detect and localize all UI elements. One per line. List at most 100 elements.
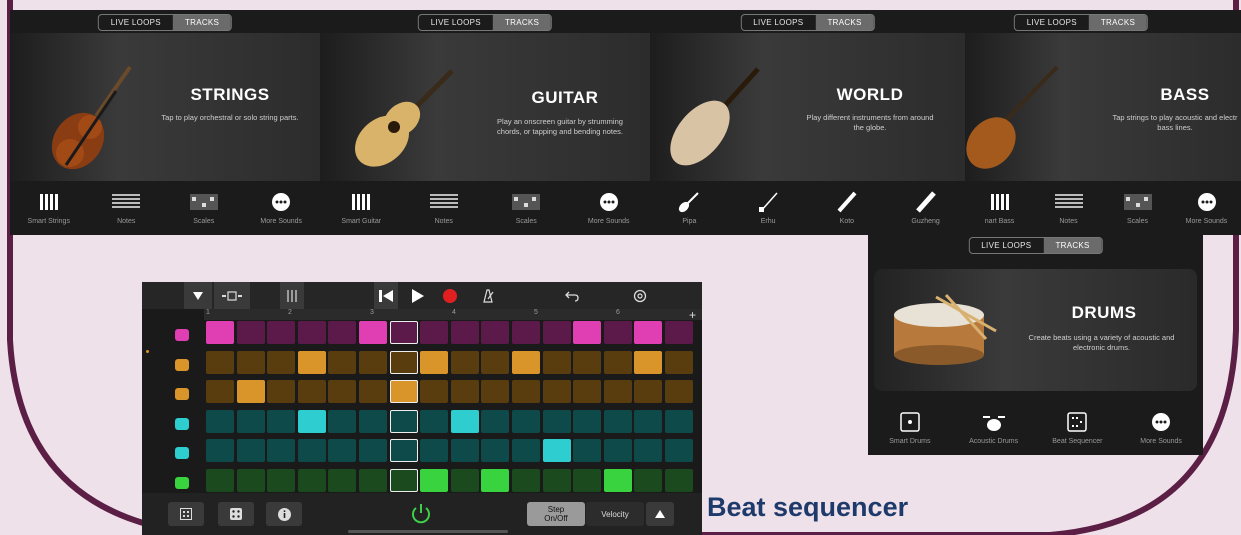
acoustic-drums-option[interactable]: Acoustic Drums: [952, 393, 1036, 455]
step-cell[interactable]: [206, 468, 234, 492]
drums-hero[interactable]: DRUMS Create beats using a variety of ac…: [874, 269, 1197, 391]
live-loops-tab[interactable]: LIVE LOOPS: [99, 15, 173, 30]
step-cell[interactable]: [206, 321, 234, 344]
step-cell[interactable]: [236, 380, 265, 403]
live-loops-tab[interactable]: LIVE LOOPS: [1015, 15, 1089, 30]
step-cell[interactable]: [481, 439, 510, 462]
step-cell[interactable]: [512, 468, 540, 492]
step-cell[interactable]: [389, 439, 418, 462]
step-cell[interactable]: [481, 468, 510, 492]
step-cell[interactable]: [359, 321, 387, 344]
pipa-option[interactable]: Pipa: [650, 177, 729, 235]
hi-hat-icon[interactable]: [170, 412, 194, 436]
step-cell[interactable]: [420, 468, 449, 492]
tracks-tab[interactable]: TRACKS: [815, 15, 874, 30]
step-cell[interactable]: [267, 380, 296, 403]
mode-switch[interactable]: LIVE LOOPS TRACKS: [97, 14, 233, 31]
step-cell[interactable]: [267, 439, 296, 462]
metronome-button[interactable]: [476, 282, 500, 309]
step-cell[interactable]: [542, 380, 571, 403]
hi-hat-open-icon[interactable]: [170, 441, 194, 465]
step-cell[interactable]: [328, 321, 357, 344]
notes-option[interactable]: Notes: [403, 177, 486, 235]
step-cell[interactable]: [267, 350, 296, 374]
settings-button[interactable]: [628, 282, 652, 309]
step-cell[interactable]: [359, 380, 387, 403]
step-cell[interactable]: [512, 321, 540, 344]
scales-option[interactable]: Scales: [485, 177, 568, 235]
more-sounds-option[interactable]: More Sounds: [568, 177, 651, 235]
live-loops-tab[interactable]: LIVE LOOPS: [741, 15, 815, 30]
step-cell[interactable]: [297, 350, 326, 374]
step-cell[interactable]: [359, 409, 387, 433]
step-cell[interactable]: [297, 321, 326, 344]
step-cell[interactable]: [634, 468, 663, 492]
step-cell[interactable]: [389, 409, 418, 433]
step-cell[interactable]: [328, 350, 357, 374]
step-cell[interactable]: [603, 321, 632, 344]
step-cell[interactable]: [603, 468, 632, 492]
randomize-button[interactable]: [218, 502, 254, 526]
step-cell[interactable]: [634, 321, 663, 344]
step-cell[interactable]: [481, 380, 510, 403]
step-onoff-button[interactable]: Step On/Off: [527, 502, 585, 526]
step-cell[interactable]: [450, 409, 479, 433]
strings-hero[interactable]: STRINGS Tap to play orchestral or solo s…: [10, 33, 320, 181]
step-cell[interactable]: [512, 409, 540, 433]
step-cell[interactable]: [573, 380, 602, 403]
step-cell[interactable]: [359, 468, 387, 492]
world-hero[interactable]: WORLD Play different instruments from ar…: [650, 33, 965, 181]
step-cell[interactable]: [359, 439, 387, 462]
step-cell[interactable]: [450, 468, 479, 492]
power-button[interactable]: [406, 502, 436, 526]
step-cell[interactable]: [328, 439, 357, 462]
snare-drum-icon[interactable]: [170, 353, 194, 377]
guitar-hero[interactable]: GUITAR Play an onscreen guitar by strumm…: [320, 33, 650, 181]
guzheng-option[interactable]: Guzheng: [886, 177, 965, 235]
step-cell[interactable]: [450, 350, 479, 374]
mode-switch[interactable]: LIVE LOOPS TRACKS: [740, 14, 875, 31]
smart-strings-option[interactable]: Smart Strings: [10, 177, 88, 235]
step-cell[interactable]: [603, 439, 632, 462]
crash-cymbal-icon[interactable]: [170, 323, 194, 347]
step-cell[interactable]: [420, 321, 449, 344]
notes-option[interactable]: Notes: [88, 177, 166, 235]
record-button[interactable]: [438, 282, 462, 309]
smart-guitar-option[interactable]: Smart Guitar: [320, 177, 403, 235]
step-cell[interactable]: [206, 409, 234, 433]
step-cell[interactable]: [450, 321, 479, 344]
step-cell[interactable]: [359, 350, 387, 374]
step-cell[interactable]: [420, 409, 449, 433]
step-cell[interactable]: [297, 409, 326, 433]
step-cell[interactable]: [267, 468, 296, 492]
step-cell[interactable]: [450, 380, 479, 403]
step-cell[interactable]: [665, 468, 693, 492]
step-cell[interactable]: [206, 439, 234, 462]
timeline-ruler[interactable]: 1 2 3 4 5 6: [204, 309, 702, 320]
info-button[interactable]: [266, 502, 302, 526]
step-cell[interactable]: [573, 321, 602, 344]
step-cell[interactable]: [573, 468, 602, 492]
erhu-option[interactable]: Erhu: [729, 177, 808, 235]
step-cell[interactable]: [573, 409, 602, 433]
step-cell[interactable]: [328, 409, 357, 433]
beat-sequencer-option[interactable]: Beat Sequencer: [1036, 393, 1120, 455]
step-cell[interactable]: [450, 439, 479, 462]
grid-view-button[interactable]: [168, 502, 204, 526]
step-cell[interactable]: [481, 409, 510, 433]
step-cell[interactable]: [297, 439, 326, 462]
mixer-button[interactable]: [280, 282, 304, 309]
live-loops-tab[interactable]: LIVE LOOPS: [969, 238, 1043, 253]
step-cell[interactable]: [665, 380, 693, 403]
step-cell[interactable]: [665, 409, 693, 433]
play-button[interactable]: [406, 282, 430, 309]
step-cell[interactable]: [236, 409, 265, 433]
tracks-tab[interactable]: TRACKS: [492, 15, 552, 30]
koto-option[interactable]: Koto: [808, 177, 887, 235]
step-cell[interactable]: [481, 321, 510, 344]
menu-dropdown-button[interactable]: [184, 282, 212, 309]
step-cell[interactable]: [389, 350, 418, 374]
add-section-button[interactable]: +: [689, 308, 696, 322]
step-cell[interactable]: [420, 350, 449, 374]
step-cell[interactable]: [420, 439, 449, 462]
